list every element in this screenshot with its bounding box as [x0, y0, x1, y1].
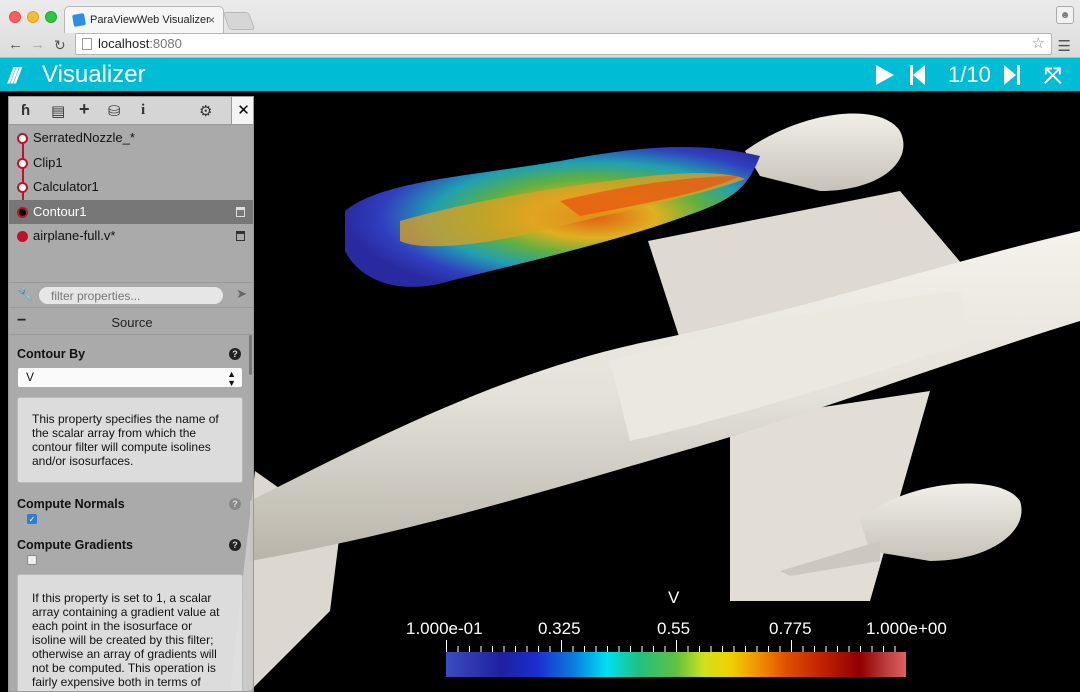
browser-chrome: ParaViewWeb Visualizer × ☻ ← → ↻ localho… [0, 0, 1080, 58]
section-title: Source [111, 315, 153, 330]
browser-tab[interactable]: ParaViewWeb Visualizer × [64, 6, 224, 33]
url-port: :8080 [149, 36, 182, 51]
frame-counter: 1/10 [948, 62, 991, 87]
colorbar-title: V [668, 588, 680, 607]
pipeline-item-active[interactable]: Contour1 [9, 199, 253, 224]
visibility-toggle-icon[interactable] [17, 231, 28, 242]
compute-gradients-help: If this property is set to 1, a scalar a… [17, 574, 243, 691]
tab-title: ParaViewWeb Visualizer [90, 14, 210, 26]
pipeline-item-label: Calculator1 [33, 179, 99, 194]
pipeline-item-label: SerratedNozzle_* [33, 130, 135, 145]
minimize-window-button[interactable] [27, 11, 39, 23]
caret-icon: ▲ ▼ [227, 369, 236, 388]
address-bar[interactable]: localhost:8080 ☆ [75, 33, 1052, 55]
colorbar-gradient [446, 652, 906, 677]
contour-by-help: This property specifies the name of the … [17, 397, 243, 483]
visibility-toggle-icon[interactable] [17, 157, 28, 169]
pipeline-item[interactable]: SerratedNozzle_* [9, 126, 253, 151]
pipeline-item[interactable]: Calculator1 [9, 175, 253, 200]
url-host: localhost [98, 36, 150, 51]
star-icon[interactable]: ☆ [1032, 34, 1045, 54]
close-window-button[interactable] [9, 11, 21, 23]
trash-icon[interactable] [236, 231, 245, 241]
panel-toolbar: ɦ ▤ + ⛁ i ⚙ ✕ [9, 97, 253, 125]
filter-row: 🔧 ➤ [9, 282, 253, 308]
tab-close-icon[interactable]: × [208, 13, 215, 27]
play-icon[interactable] [876, 65, 894, 85]
compute-gradients-checkbox[interactable] [27, 555, 37, 565]
compute-normals-label: Compute Normals [17, 497, 125, 511]
paraview-favicon-icon [72, 13, 86, 27]
forward-arrow-icon[interactable]: → [30, 36, 45, 53]
info-icon[interactable]: i [141, 102, 145, 119]
first-frame-icon[interactable] [910, 65, 926, 85]
file-icon[interactable]: ▤ [51, 102, 65, 120]
add-filter-icon[interactable]: + [79, 99, 90, 120]
side-panel: ɦ ▤ + ⛁ i ⚙ ✕ SerratedNozzle_* Clip1 Cal… [8, 96, 254, 692]
pipeline-item[interactable]: Clip1 [9, 151, 253, 176]
contour-by-select[interactable]: V ▲ ▼ [17, 367, 243, 388]
colorbar-label: 0.55 [657, 619, 691, 638]
help-icon[interactable]: ? [229, 348, 241, 360]
new-tab-button[interactable] [222, 12, 256, 30]
colorbar-label: 0.325 [538, 619, 581, 638]
compute-normals-checkbox[interactable]: ✓ [27, 514, 37, 524]
visibility-toggle-icon[interactable] [17, 182, 28, 193]
save-icon[interactable]: ⛁ [108, 102, 121, 120]
pipeline-item-label: Contour1 [33, 203, 87, 219]
compute-gradients-label: Compute Gradients [17, 538, 133, 552]
collapse-icon[interactable]: ✕ [231, 97, 253, 124]
last-frame-icon[interactable] [1004, 65, 1020, 85]
pipeline-browser: SerratedNozzle_* Clip1 Calculator1 Conto… [9, 126, 253, 249]
contour-by-value: V [26, 370, 35, 384]
trash-icon[interactable] [236, 206, 245, 217]
apply-icon[interactable]: ➤ [236, 286, 247, 302]
help-icon[interactable]: ? [229, 498, 241, 510]
logo-icon: /// [8, 63, 20, 88]
page-icon [82, 38, 92, 50]
wrench-icon[interactable]: 🔧 [17, 287, 33, 303]
menu-icon[interactable]: ☰ [1058, 37, 1071, 55]
reload-icon[interactable]: ↻ [54, 37, 66, 54]
fullscreen-icon[interactable]: ⤧ [1044, 63, 1062, 89]
source-section-header[interactable]: − Source [9, 309, 253, 335]
user-icon[interactable]: ☻ [1056, 6, 1074, 24]
help-icon[interactable]: ? [229, 539, 241, 551]
settings-icon[interactable]: ⚙ [199, 102, 212, 120]
pipeline-item-label: Clip1 [33, 154, 63, 170]
back-arrow-icon[interactable]: ← [8, 36, 23, 53]
colorbar-label: 1.000e+00 [866, 619, 947, 638]
visibility-toggle-icon[interactable] [17, 206, 28, 218]
panel-scrollbar[interactable] [249, 335, 252, 375]
filter-properties-input[interactable] [39, 287, 223, 304]
contour-by-label: Contour By [17, 347, 86, 361]
pipeline-item[interactable]: airplane-full.v* [9, 224, 253, 249]
visibility-toggle-icon[interactable] [17, 133, 28, 144]
maximize-window-button[interactable] [45, 11, 57, 23]
pipeline-item-label: airplane-full.v* [33, 228, 116, 243]
colorbar-label: 1.000e-01 [406, 619, 483, 638]
app-title: Visualizer [42, 61, 146, 88]
pipeline-icon[interactable]: ɦ [21, 102, 30, 119]
colorbar-label: 0.775 [769, 619, 812, 638]
app-header: /// Visualizer 1/10 ⤧ [0, 58, 1080, 91]
